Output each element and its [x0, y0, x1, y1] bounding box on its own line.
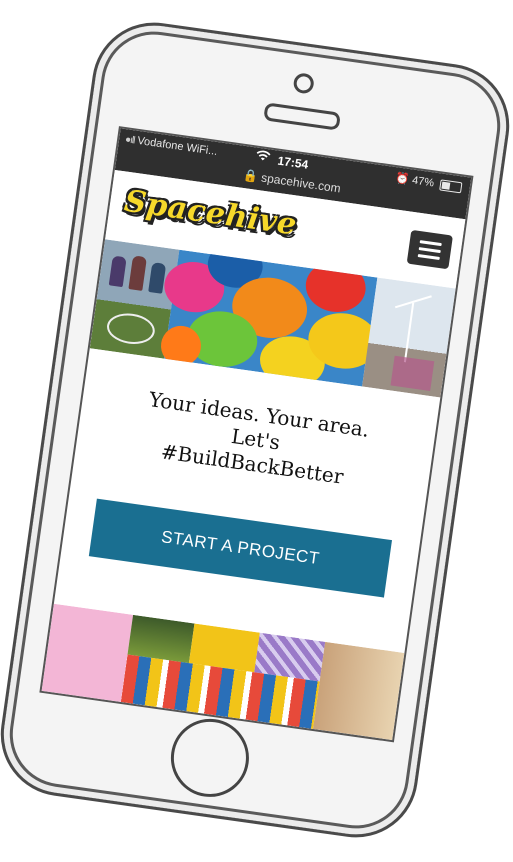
pink-wall-photo: [41, 603, 134, 702]
battery-icon: [439, 179, 463, 193]
start-project-button[interactable]: START A PROJECT: [88, 498, 393, 598]
hamburger-menu-icon[interactable]: [406, 229, 453, 270]
portrait-photo: [312, 641, 405, 741]
battery-percent: 47%: [411, 174, 435, 190]
lock-icon: 🔒: [242, 167, 260, 184]
clock: 17:54: [276, 153, 310, 172]
spacehive-logo[interactable]: Spacehive: [122, 184, 299, 243]
hero-tagline: Your ideas. Your area. Let's #BuildBackB…: [75, 378, 436, 502]
phone-device: ●ıll Vodafone WiFi... 17:54 ⏰ 47% 🔒 spac…: [0, 14, 513, 846]
wifi-icon: [255, 150, 271, 166]
alarm-icon: ⏰: [394, 172, 410, 186]
signal-icon: ●ıll: [124, 134, 136, 147]
wind-turbine-photo: [362, 277, 456, 398]
